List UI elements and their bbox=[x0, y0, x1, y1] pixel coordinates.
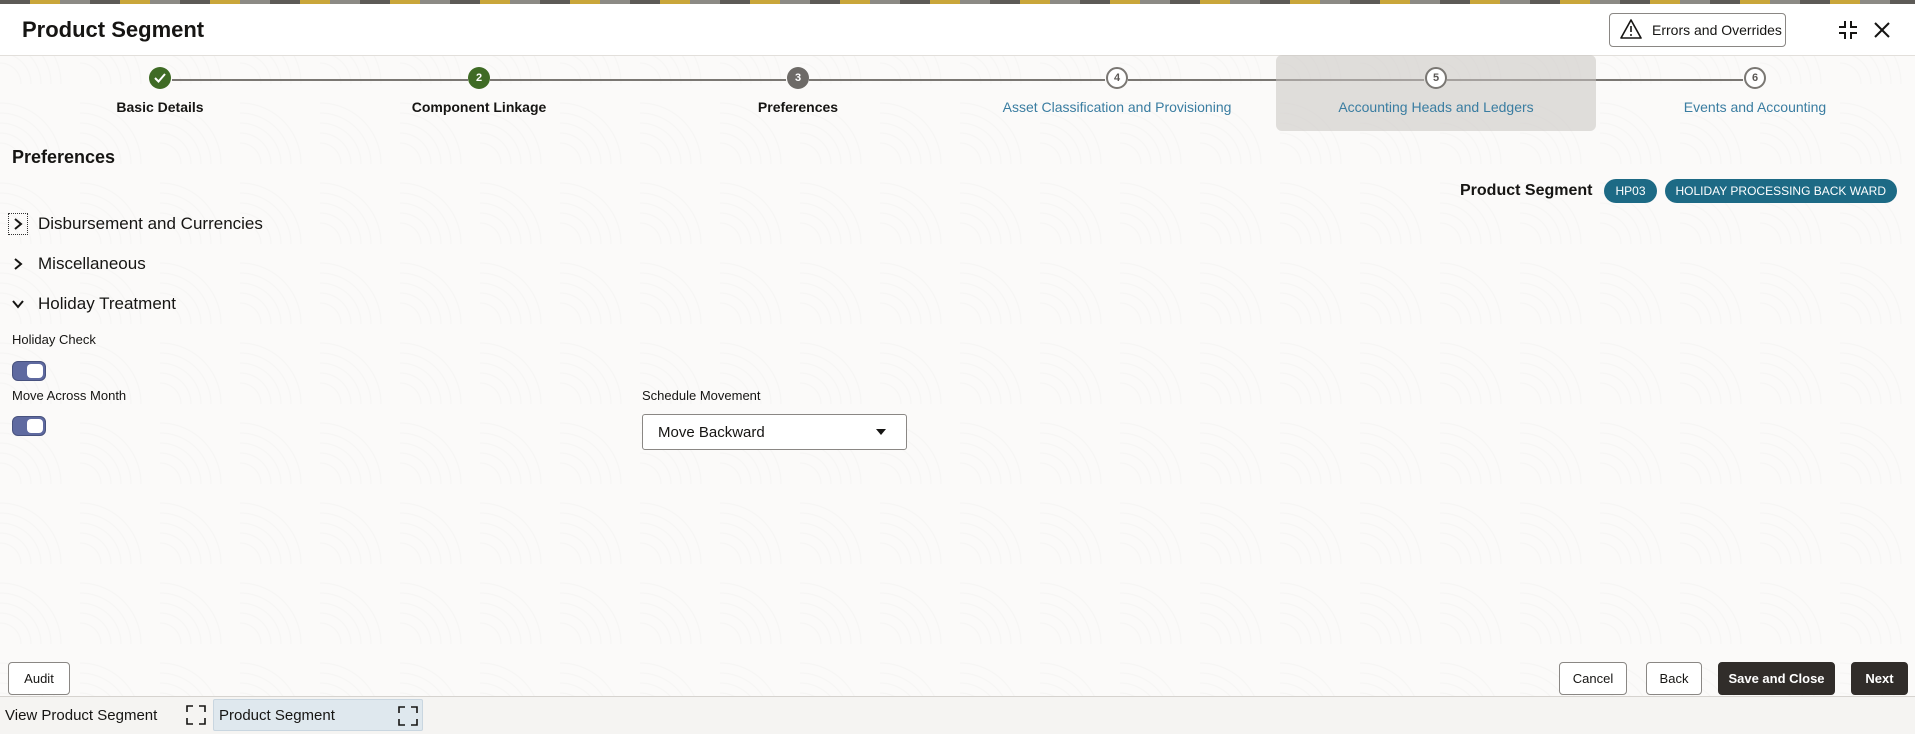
close-icon[interactable] bbox=[1870, 18, 1894, 42]
cancel-button[interactable]: Cancel bbox=[1559, 662, 1627, 695]
toggle-knob bbox=[27, 364, 43, 378]
step-number: 6 bbox=[1744, 67, 1766, 89]
chevron-right-icon bbox=[8, 253, 28, 275]
accordion-label: Disbursement and Currencies bbox=[38, 214, 263, 233]
chevron-down-icon bbox=[8, 293, 28, 315]
accordion-label: Holiday Treatment bbox=[38, 294, 176, 313]
step-asset-classification[interactable]: 4 Asset Classification and Provisioning bbox=[957, 55, 1277, 115]
audit-button[interactable]: Audit bbox=[8, 662, 70, 695]
taskbar-tab-label: Product Segment bbox=[219, 706, 335, 724]
step-label: Preferences bbox=[757, 99, 839, 115]
chevron-down-icon bbox=[876, 429, 886, 435]
taskbar: View Product Segment Product Segment bbox=[0, 697, 1915, 734]
save-and-close-button[interactable]: Save and Close bbox=[1718, 662, 1835, 695]
step-number: 3 bbox=[787, 67, 809, 89]
accordion-label: Miscellaneous bbox=[38, 254, 146, 273]
taskbar-tab-label: View Product Segment bbox=[5, 706, 158, 724]
expand-icon[interactable] bbox=[186, 705, 206, 725]
taskbar-tab-product-segment[interactable]: Product Segment bbox=[213, 699, 423, 731]
product-segment-window: Product Segment Errors and Overrides Bas… bbox=[0, 4, 1915, 697]
step-label: Basic Details bbox=[116, 99, 204, 115]
section-title: Preferences bbox=[12, 147, 116, 167]
product-code-badge: HP03 bbox=[1604, 179, 1657, 203]
holiday-check-label: Holiday Check bbox=[12, 332, 96, 347]
step-preferences[interactable]: 3 Preferences bbox=[638, 55, 958, 115]
next-button[interactable]: Next bbox=[1851, 662, 1908, 695]
step-component-linkage[interactable]: 2 Component Linkage bbox=[319, 55, 639, 115]
chevron-right-icon bbox=[8, 213, 28, 235]
collapse-icon[interactable] bbox=[1836, 18, 1860, 42]
step-label: Accounting Heads and Ledgers bbox=[1338, 99, 1534, 115]
move-across-month-toggle[interactable] bbox=[12, 416, 46, 436]
step-label: Component Linkage bbox=[411, 99, 547, 115]
schedule-movement-value: Move Backward bbox=[658, 423, 765, 441]
move-across-month-label: Move Across Month bbox=[12, 388, 127, 403]
step-accounting-heads[interactable]: 5 Accounting Heads and Ledgers bbox=[1276, 55, 1596, 131]
step-number: 2 bbox=[468, 67, 490, 89]
product-segment-label: Product Segment bbox=[1460, 182, 1593, 199]
check-icon bbox=[149, 67, 171, 89]
accordion-holiday-treatment[interactable]: Holiday Treatment bbox=[8, 293, 176, 315]
accordion-miscellaneous[interactable]: Miscellaneous bbox=[8, 253, 146, 275]
step-events-accounting[interactable]: 6 Events and Accounting bbox=[1595, 55, 1915, 115]
taskbar-tab-view-product-segment[interactable]: View Product Segment bbox=[0, 699, 210, 731]
errors-and-overrides-button[interactable]: Errors and Overrides bbox=[1609, 13, 1786, 47]
product-name-badge: HOLIDAY PROCESSING BACK WARD bbox=[1664, 179, 1897, 203]
step-number: 4 bbox=[1106, 67, 1128, 89]
step-number: 5 bbox=[1425, 67, 1447, 89]
step-label: Events and Accounting bbox=[1683, 99, 1827, 115]
schedule-movement-label: Schedule Movement bbox=[642, 388, 761, 403]
product-segment-summary: Product Segment HP03 HOLIDAY PROCESSING … bbox=[1460, 179, 1897, 203]
warning-icon bbox=[1620, 18, 1642, 42]
back-button[interactable]: Back bbox=[1646, 662, 1702, 695]
step-basic-details[interactable]: Basic Details bbox=[0, 55, 320, 115]
page-title: Product Segment bbox=[22, 17, 205, 42]
window-header: Product Segment Errors and Overrides bbox=[0, 4, 1915, 56]
accordion-disbursement-currencies[interactable]: Disbursement and Currencies bbox=[8, 213, 263, 235]
expand-icon[interactable] bbox=[398, 706, 418, 726]
schedule-movement-select[interactable]: Move Backward bbox=[642, 414, 907, 450]
step-label: Asset Classification and Provisioning bbox=[1002, 99, 1232, 115]
errors-button-label: Errors and Overrides bbox=[1652, 22, 1782, 38]
holiday-check-toggle[interactable] bbox=[12, 361, 46, 381]
toggle-knob bbox=[27, 419, 43, 433]
